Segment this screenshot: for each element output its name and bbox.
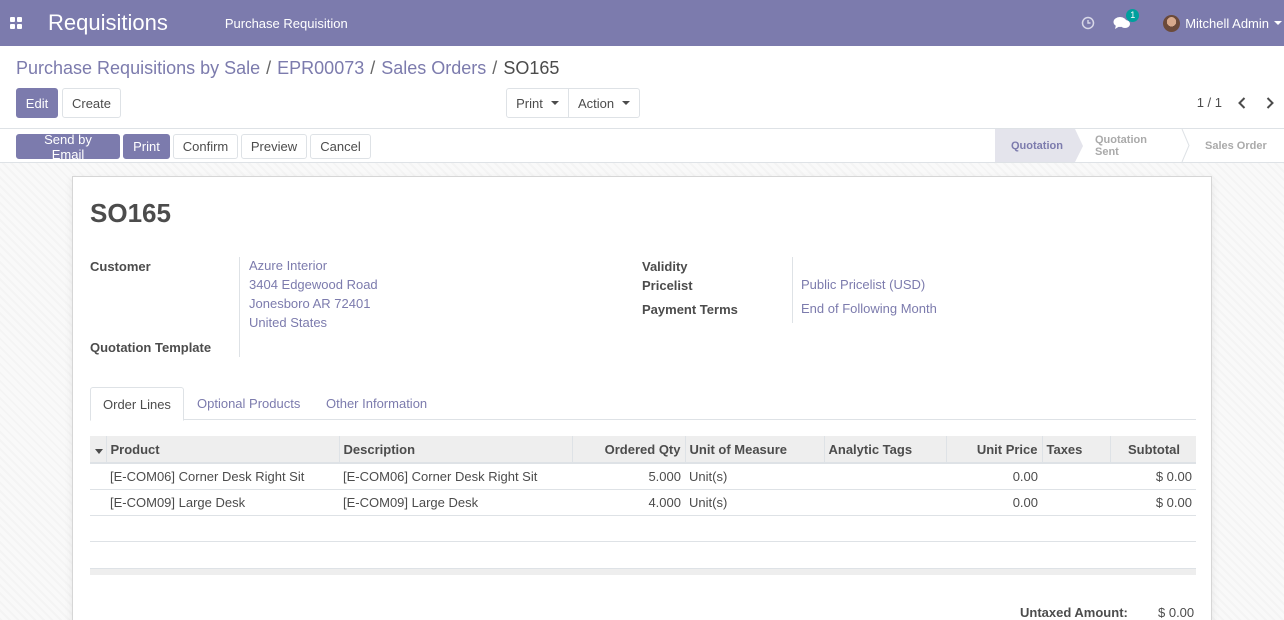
quotation-template-label: Quotation Template — [90, 340, 212, 355]
breadcrumb-item[interactable]: EPR00073 — [277, 58, 364, 79]
form-sheet: SO165 Customer Azure Interior 3404 Edgew… — [72, 176, 1212, 620]
column-header-description[interactable]: Description — [339, 436, 573, 464]
next-record-icon[interactable] — [1266, 96, 1274, 109]
untaxed-amount-value: $ 0.00 — [1158, 605, 1195, 620]
column-header-ordered-qty[interactable]: Ordered Qty — [572, 436, 686, 464]
send-by-email-button[interactable]: Send by Email — [16, 132, 120, 162]
customer-field[interactable]: Azure Interior 3404 Edgewood Road Jonesb… — [249, 256, 378, 332]
column-header-unit-price[interactable]: Unit Price — [946, 436, 1043, 464]
empty-row — [90, 515, 1196, 542]
customer-address-line: United States — [249, 315, 328, 330]
apps-menu-icon[interactable] — [0, 0, 32, 46]
cell-taxes[interactable] — [1042, 489, 1110, 516]
print-dropdown[interactable]: Print — [506, 88, 569, 118]
cell-uom[interactable]: Unit(s) — [685, 463, 824, 490]
breadcrumb-item[interactable]: Sales Orders — [381, 58, 486, 79]
cell-subtotal: $ 0.00 — [1110, 463, 1196, 490]
print-quotation-button[interactable]: Print — [123, 134, 170, 159]
stage-quotation-sent[interactable]: Quotation Sent — [1075, 129, 1183, 162]
customer-address-line: Jonesboro AR 72401 — [249, 296, 371, 311]
preview-button[interactable]: Preview — [241, 134, 307, 159]
cell-product[interactable]: [E-COM06] Corner Desk Right Sit — [106, 463, 339, 490]
pricelist-field[interactable]: Public Pricelist (USD) — [801, 275, 925, 294]
payment-terms-field[interactable]: End of Following Month — [801, 299, 937, 318]
user-menu-chevron-down-icon[interactable] — [1274, 21, 1282, 25]
cell-taxes[interactable] — [1042, 463, 1110, 490]
breadcrumb-current: SO165 — [503, 58, 560, 78]
cell-ordered-qty[interactable]: 5.000 — [572, 463, 685, 490]
handle-column-header[interactable] — [90, 436, 107, 464]
breadcrumb-item[interactable]: Purchase Requisitions by Sale — [16, 58, 260, 79]
field-divider — [792, 257, 793, 323]
pager-value[interactable]: 1 / 1 — [1197, 95, 1222, 110]
chevron-down-icon — [550, 101, 559, 105]
cell-analytic-tags[interactable] — [824, 463, 946, 490]
cell-subtotal: $ 0.00 — [1110, 489, 1196, 516]
table-header-row: Product Description Ordered Qty Unit of … — [90, 436, 1196, 464]
cell-product[interactable]: [E-COM09] Large Desk — [106, 489, 339, 516]
chat-count-badge: 1 — [1126, 9, 1140, 22]
column-header-subtotal[interactable]: Subtotal — [1110, 436, 1196, 464]
messaging-button[interactable]: 1 — [1113, 9, 1140, 33]
confirm-button[interactable]: Confirm — [173, 134, 238, 159]
untaxed-amount-label: Untaxed Amount: — [1020, 605, 1128, 620]
action-dropdown[interactable]: Action — [568, 88, 640, 118]
table-footer — [90, 568, 1196, 575]
document-title: SO165 — [90, 198, 171, 228]
cell-description[interactable]: [E-COM06] Corner Desk Right Sit — [339, 463, 572, 490]
validity-label: Validity — [642, 259, 688, 274]
print-dropdown-label: Print — [516, 95, 543, 111]
edit-button[interactable]: Edit — [16, 88, 58, 118]
breadcrumb: Purchase Requisitions by Sale / EPR00073… — [16, 58, 559, 79]
stage-sales-order[interactable]: Sales Order — [1183, 129, 1284, 162]
breadcrumb-separator: / — [370, 58, 376, 78]
payment-terms-label: Payment Terms — [642, 302, 738, 317]
cell-analytic-tags[interactable] — [824, 489, 946, 516]
form-statusbar: Send by Email Print Confirm Preview Canc… — [0, 128, 1284, 163]
stage-quotation[interactable]: Quotation — [995, 129, 1083, 162]
pricelist-label: Pricelist — [642, 278, 693, 293]
column-header-taxes[interactable]: Taxes — [1042, 436, 1111, 464]
cell-unit-price[interactable]: 0.00 — [946, 489, 1042, 516]
stage-pipeline: Quotation Quotation Sent Sales Order — [995, 129, 1284, 162]
create-button[interactable]: Create — [62, 88, 121, 118]
table-row[interactable]: [E-COM09] Large Desk [E-COM09] Large Des… — [90, 489, 1196, 516]
sort-caret-icon — [95, 448, 103, 454]
customer-label: Customer — [90, 259, 151, 274]
breadcrumb-separator: / — [266, 58, 272, 78]
activity-clock-icon[interactable] — [1081, 16, 1095, 30]
order-lines-table: Product Description Ordered Qty Unit of … — [90, 436, 1196, 542]
field-divider — [239, 257, 240, 357]
notebook-tabs: Order Lines Optional Products Other Info… — [90, 387, 1196, 421]
user-avatar[interactable] — [1163, 14, 1181, 32]
column-header-uom[interactable]: Unit of Measure — [685, 436, 825, 464]
row-handle — [90, 489, 106, 516]
breadcrumb-separator: / — [492, 58, 498, 78]
menu-purchase-requisition[interactable]: Purchase Requisition — [225, 16, 348, 31]
cell-uom[interactable]: Unit(s) — [685, 489, 824, 516]
top-navbar: Requisitions Purchase Requisition 1 Mitc… — [0, 0, 1284, 46]
cell-unit-price[interactable]: 0.00 — [946, 463, 1042, 490]
tab-optional-products[interactable]: Optional Products — [185, 387, 312, 420]
customer-address-line: 3404 Edgewood Road — [249, 277, 378, 292]
tab-order-lines[interactable]: Order Lines — [90, 387, 184, 421]
column-header-analytic-tags[interactable]: Analytic Tags — [824, 436, 947, 464]
customer-name[interactable]: Azure Interior — [249, 256, 378, 275]
app-title[interactable]: Requisitions — [48, 10, 168, 36]
cell-description[interactable]: [E-COM09] Large Desk — [339, 489, 572, 516]
cancel-button[interactable]: Cancel — [310, 134, 371, 159]
user-name[interactable]: Mitchell Admin — [1185, 16, 1269, 31]
previous-record-icon[interactable] — [1238, 96, 1246, 109]
row-handle — [90, 463, 106, 490]
empty-cell — [90, 515, 1196, 542]
action-dropdown-label: Action — [577, 95, 615, 111]
tab-other-information[interactable]: Other Information — [314, 387, 439, 420]
chevron-down-icon — [622, 101, 631, 105]
column-header-product[interactable]: Product — [106, 436, 340, 464]
cell-ordered-qty[interactable]: 4.000 — [572, 489, 685, 516]
table-row[interactable]: [E-COM06] Corner Desk Right Sit [E-COM06… — [90, 463, 1196, 490]
pager: 1 / 1 — [1197, 95, 1274, 110]
